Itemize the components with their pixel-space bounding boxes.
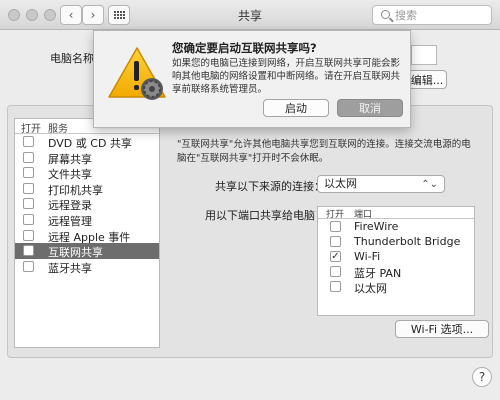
service-checkbox[interactable]	[23, 198, 34, 210]
service-label: 文件共享	[48, 168, 92, 182]
port-row-wifi[interactable]: ✓ Wi-Fi	[318, 249, 474, 264]
warning-triangle-icon	[108, 47, 166, 100]
service-checkbox[interactable]	[23, 229, 34, 241]
port-row-thunderbolt[interactable]: Thunderbolt Bridge	[318, 234, 474, 249]
port-label: 以太网	[354, 282, 387, 295]
help-icon: ?	[478, 370, 486, 384]
edit-button[interactable]: 编辑...	[407, 70, 447, 89]
search-placeholder: 搜索	[395, 9, 417, 22]
share-from-value: 以太网	[324, 177, 357, 190]
port-checkbox[interactable]	[330, 281, 341, 292]
title-bar: ‹ › 共享 搜索	[0, 0, 500, 30]
service-row-remote-apple-events[interactable]: 远程 Apple 事件	[15, 228, 159, 244]
select-arrows-icon: ⌃⌄	[421, 179, 438, 190]
port-label: Thunderbolt Bridge	[354, 235, 461, 248]
to-ports-label: 用以下端口共享给电脑：	[205, 209, 326, 222]
service-row-bluetooth[interactable]: 蓝牙共享	[15, 259, 159, 275]
port-checkbox[interactable]	[330, 266, 341, 277]
computer-name-label: 电脑名称	[50, 52, 94, 65]
service-checkbox[interactable]	[23, 151, 34, 163]
service-label: 打印机共享	[48, 183, 103, 197]
service-row-printer[interactable]: 打印机共享	[15, 181, 159, 197]
dialog-message: 如果您的电脑已连接到网络，开启互联网共享可能会影响其他电脑的网络设置和中断网络。…	[172, 58, 401, 95]
service-checkbox[interactable]	[23, 245, 34, 257]
service-label: 远程 Apple 事件	[48, 230, 131, 244]
service-checkbox[interactable]	[23, 182, 34, 194]
port-label: Wi-Fi	[354, 250, 381, 263]
gear-icon	[141, 78, 163, 100]
services-list[interactable]: 打开 服务 DVD 或 CD 共享 屏幕共享 文件共享 打印机共享 远程登录 远…	[14, 118, 160, 348]
port-row-firewire[interactable]: FireWire	[318, 219, 474, 234]
service-label: 远程登录	[48, 199, 92, 213]
service-row-screen[interactable]: 屏幕共享	[15, 150, 159, 166]
service-row-dvd[interactable]: DVD 或 CD 共享	[15, 134, 159, 150]
search-input[interactable]: 搜索	[372, 5, 492, 25]
service-checkbox[interactable]	[23, 136, 34, 147]
search-icon	[381, 10, 390, 19]
service-label: DVD 或 CD 共享	[48, 137, 132, 150]
port-row-bluetooth-pan[interactable]: 蓝牙 PAN	[318, 264, 474, 280]
service-row-remote-management[interactable]: 远程管理	[15, 212, 159, 228]
service-row-file[interactable]: 文件共享	[15, 165, 159, 181]
help-button[interactable]: ?	[472, 367, 492, 387]
header-service: 服务	[48, 124, 68, 135]
header-on: 打开	[21, 124, 41, 135]
service-checkbox[interactable]	[23, 260, 34, 272]
service-label: 蓝牙共享	[48, 261, 92, 275]
computer-name-field[interactable]	[411, 45, 437, 65]
internet-sharing-description: "互联网共享"允许其他电脑共享您到互联网的连接。连接交流电源的电脑在"互联网共享…	[177, 139, 471, 164]
wifi-options-button[interactable]: Wi-Fi 选项...	[395, 320, 489, 338]
service-row-remote-login[interactable]: 远程登录	[15, 196, 159, 212]
port-row-ethernet[interactable]: 以太网	[318, 279, 474, 295]
port-checkbox[interactable]	[330, 236, 341, 247]
service-label: 屏幕共享	[48, 152, 92, 166]
confirm-dialog: 您确定要启动互联网共享吗? 如果您的电脑已连接到网络，开启互联网共享可能会影响其…	[93, 30, 411, 128]
port-checkbox-checked[interactable]: ✓	[330, 251, 341, 262]
ports-list[interactable]: 打开 端口 FireWire Thunderbolt Bridge ✓ Wi-Fi…	[317, 206, 475, 316]
port-checkbox[interactable]	[330, 221, 341, 232]
port-label: FireWire	[354, 220, 399, 233]
dialog-title: 您确定要启动互联网共享吗?	[172, 41, 317, 55]
service-label: 互联网共享	[48, 246, 103, 260]
start-button[interactable]: 启动	[263, 99, 329, 117]
share-from-label: 共享以下来源的连接：	[215, 180, 325, 193]
service-label: 远程管理	[48, 214, 92, 228]
service-checkbox[interactable]	[23, 167, 34, 179]
ports-list-header: 打开 端口	[318, 207, 474, 220]
share-from-select[interactable]: 以太网 ⌃⌄	[317, 175, 445, 193]
service-row-internet-sharing[interactable]: 互联网共享	[15, 243, 159, 259]
cancel-button[interactable]: 取消	[337, 99, 403, 117]
service-checkbox[interactable]	[23, 213, 34, 225]
